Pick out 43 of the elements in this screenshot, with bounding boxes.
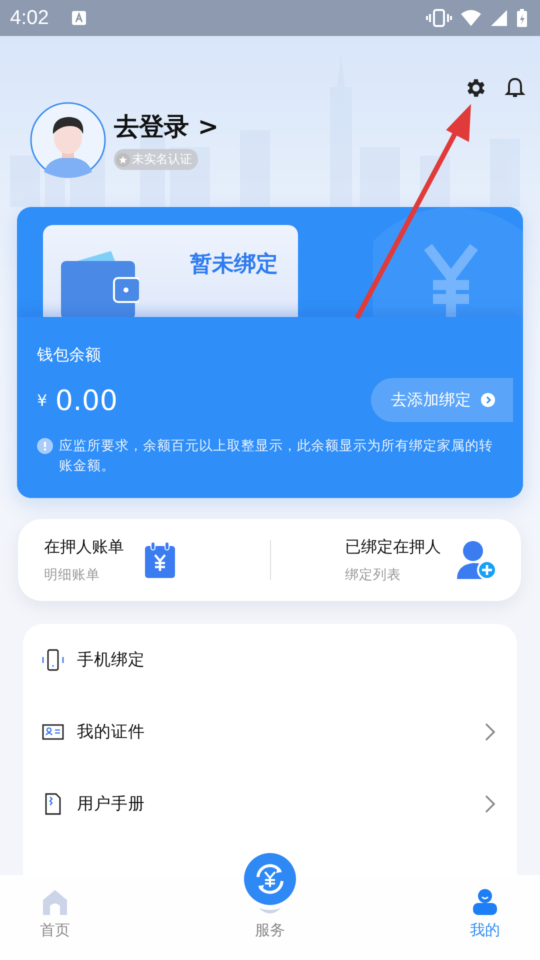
- nav-tab[interactable]: 首页: [20, 875, 90, 960]
- bind-status: 暂未绑定: [190, 250, 278, 279]
- star-icon: [116, 152, 130, 166]
- balance-amount: 0.00: [55, 384, 118, 416]
- currency-symbol: ¥: [37, 390, 48, 410]
- login-link[interactable]: 去登录 >: [114, 110, 219, 143]
- status-time: 4:02: [10, 6, 49, 30]
- shortcut-title: 在押人账单: [44, 536, 124, 558]
- add-person-icon: [455, 539, 497, 581]
- menu-item[interactable]: 用户手册: [41, 768, 497, 840]
- notification-icon: [70, 10, 87, 26]
- chevron-right-icon: [483, 722, 497, 742]
- shortcut-subtitle: 绑定列表: [345, 566, 402, 584]
- balance-label: 钱包余额: [37, 345, 102, 366]
- notice-text: 应监所要求，余额百元以上取整显示，此余额显示为所有绑定家属的转账金额。: [59, 437, 493, 476]
- menu-label: 手机绑定: [77, 649, 145, 671]
- shortcut-subtitle: 明细账单: [44, 566, 101, 584]
- shortcut-item[interactable]: 已绑定在押人 绑定列表: [291, 536, 497, 584]
- shortcut-item[interactable]: 在押人账单 明细账单: [44, 536, 250, 584]
- home-icon: [42, 889, 68, 915]
- bill-icon: [144, 542, 176, 578]
- nav-tab[interactable]: 服务: [235, 849, 305, 960]
- avatar[interactable]: [30, 102, 106, 178]
- signal-icon: [490, 9, 508, 27]
- nav-label: 服务: [255, 921, 285, 940]
- info-icon: [37, 438, 53, 454]
- menu-label: 用户手册: [77, 793, 145, 815]
- crescent-icon: [258, 907, 282, 915]
- bell-icon[interactable]: [504, 76, 526, 100]
- shortcut-title: 已绑定在押人: [345, 536, 441, 558]
- chevron-right-icon: [483, 794, 497, 814]
- menu-item[interactable]: 手机绑定: [41, 624, 497, 696]
- chevron-circle-icon: [481, 393, 495, 407]
- phone-icon: [41, 649, 65, 671]
- nav-label: 首页: [40, 921, 70, 940]
- person-icon: [472, 889, 498, 915]
- menu-label: 我的证件: [77, 721, 145, 743]
- menu-item[interactable]: 我的证件: [41, 696, 497, 768]
- battery-icon: [516, 8, 528, 28]
- vibrate-icon: [426, 9, 452, 27]
- coin-icon: [373, 207, 523, 317]
- wifi-icon: [460, 9, 482, 27]
- nav-label: 我的: [470, 921, 500, 940]
